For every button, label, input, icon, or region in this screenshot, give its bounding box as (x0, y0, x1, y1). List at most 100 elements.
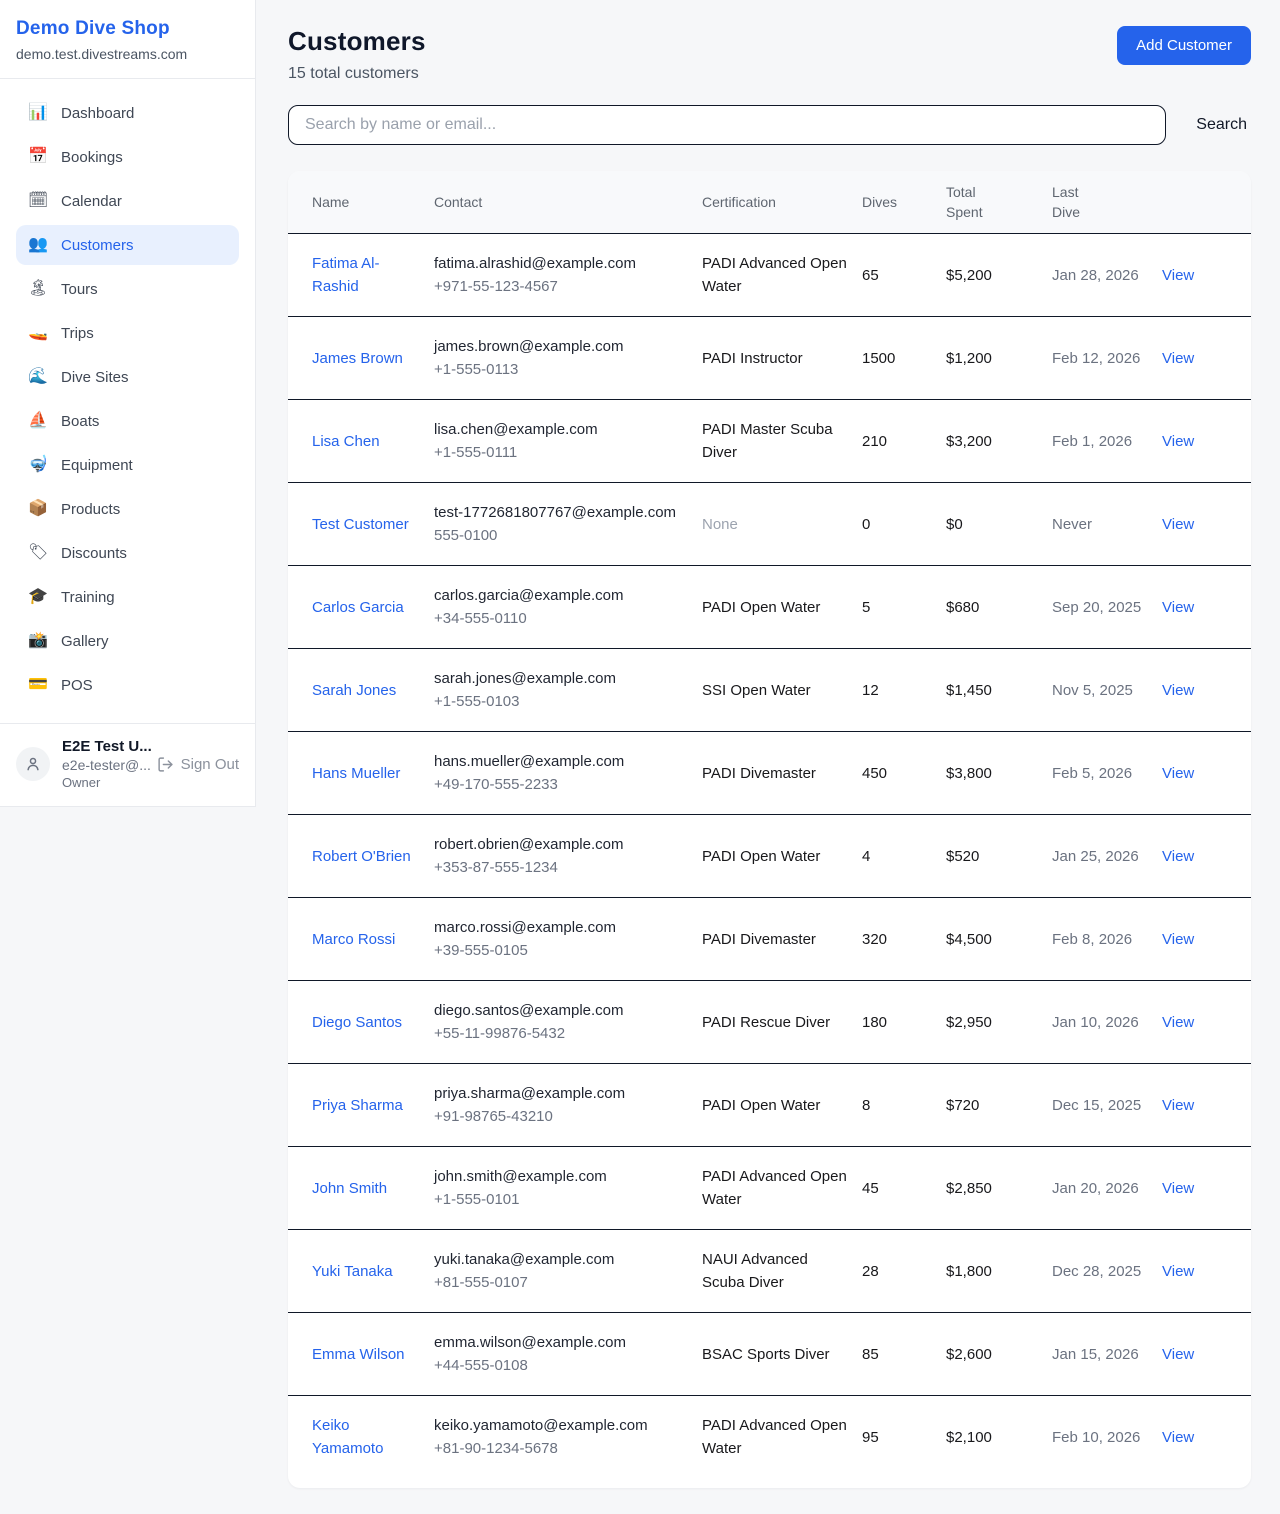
sidebar-item-equipment[interactable]: 🤿Equipment (16, 445, 239, 485)
view-link[interactable]: View (1162, 1014, 1194, 1031)
total-spent-cell: $2,850 (946, 1147, 1052, 1230)
last-dive-cell: Never (1052, 483, 1162, 566)
customer-name-link[interactable]: James Brown (288, 317, 434, 400)
customer-name-link[interactable]: John Smith (288, 1147, 434, 1230)
contact-cell: james.brown@example.com+1-555-0113 (434, 317, 702, 400)
user-name: E2E Test U... (62, 738, 145, 755)
column-header-name: Name (288, 171, 434, 234)
total-spent-cell: $2,600 (946, 1313, 1052, 1396)
sidebar-item-trips[interactable]: 🚤Trips (16, 313, 239, 353)
sidebar-item-calendar[interactable]: 🗓Calendar (16, 181, 239, 221)
shop-domain: demo.test.divestreams.com (16, 46, 239, 62)
customer-name-link[interactable]: Test Customer (288, 483, 434, 566)
table-row: Diego Santosdiego.santos@example.com+55-… (288, 981, 1251, 1064)
search-button[interactable]: Search (1192, 110, 1251, 140)
customer-name-link[interactable]: Keiko Yamamoto (288, 1396, 434, 1479)
customer-phone: +44-555-0108 (434, 1354, 692, 1377)
view-link[interactable]: View (1162, 350, 1194, 367)
search-input[interactable] (288, 105, 1166, 145)
view-link[interactable]: View (1162, 1180, 1194, 1197)
sidebar-item-products[interactable]: 📦Products (16, 489, 239, 529)
actions-cell: View (1162, 1147, 1251, 1230)
customer-name-link[interactable]: Carlos Garcia (288, 566, 434, 649)
bar-chart-icon: 📊 (28, 105, 48, 121)
customer-email: james.brown@example.com (434, 335, 692, 358)
view-link[interactable]: View (1162, 1429, 1194, 1446)
actions-cell: View (1162, 815, 1251, 898)
customer-email: fatima.alrashid@example.com (434, 252, 692, 275)
customer-name-link[interactable]: Sarah Jones (288, 649, 434, 732)
sidebar-item-label: Discounts (61, 545, 127, 562)
total-spent-cell: $520 (946, 815, 1052, 898)
sign-out-button[interactable]: Sign Out (157, 756, 239, 773)
dives-cell: 0 (862, 483, 946, 566)
customer-name-link[interactable]: Lisa Chen (288, 400, 434, 483)
certification-cell: NAUI Advanced Scuba Diver (702, 1230, 862, 1313)
customers-table: NameContactCertificationDivesTotal Spent… (288, 171, 1251, 1478)
customer-name-link[interactable]: Yuki Tanaka (288, 1230, 434, 1313)
view-link[interactable]: View (1162, 1346, 1194, 1363)
customer-name-link[interactable]: Priya Sharma (288, 1064, 434, 1147)
user-info: E2E Test U... e2e-tester@... Owner (62, 738, 145, 790)
view-link[interactable]: View (1162, 848, 1194, 865)
sidebar-item-dive-sites[interactable]: 🌊Dive Sites (16, 357, 239, 397)
view-link[interactable]: View (1162, 1263, 1194, 1280)
dives-cell: 12 (862, 649, 946, 732)
sidebar-item-tours[interactable]: 🏝Tours (16, 269, 239, 309)
column-header-certification: Certification (702, 171, 862, 234)
customer-name-link[interactable]: Diego Santos (288, 981, 434, 1064)
last-dive-cell: Feb 5, 2026 (1052, 732, 1162, 815)
view-link[interactable]: View (1162, 433, 1194, 450)
view-link[interactable]: View (1162, 599, 1194, 616)
customer-email: yuki.tanaka@example.com (434, 1248, 692, 1271)
customer-name-link[interactable]: Emma Wilson (288, 1313, 434, 1396)
camera-icon: 📸 (28, 633, 48, 649)
dives-cell: 28 (862, 1230, 946, 1313)
certification-cell: PADI Open Water (702, 566, 862, 649)
actions-cell: View (1162, 1064, 1251, 1147)
actions-cell: View (1162, 649, 1251, 732)
view-link[interactable]: View (1162, 1097, 1194, 1114)
shop-title: Demo Dive Shop (16, 18, 239, 40)
customer-name-link[interactable]: Marco Rossi (288, 898, 434, 981)
dives-cell: 45 (862, 1147, 946, 1230)
sidebar-item-discounts[interactable]: 🏷Discounts (16, 533, 239, 573)
view-link[interactable]: View (1162, 931, 1194, 948)
sidebar-item-bookings[interactable]: 📅Bookings (16, 137, 239, 177)
last-dive-cell: Jan 10, 2026 (1052, 981, 1162, 1064)
sidebar-item-dashboard[interactable]: 📊Dashboard (16, 93, 239, 133)
view-link[interactable]: View (1162, 516, 1194, 533)
sidebar-item-pos[interactable]: 💳POS (16, 665, 239, 705)
contact-cell: sarah.jones@example.com+1-555-0103 (434, 649, 702, 732)
last-dive-cell: Feb 8, 2026 (1052, 898, 1162, 981)
table-row: Lisa Chenlisa.chen@example.com+1-555-011… (288, 400, 1251, 483)
add-customer-button[interactable]: Add Customer (1117, 26, 1251, 65)
actions-cell: View (1162, 400, 1251, 483)
last-dive-cell: Feb 10, 2026 (1052, 1396, 1162, 1479)
view-link[interactable]: View (1162, 765, 1194, 782)
sidebar-item-boats[interactable]: ⛵Boats (16, 401, 239, 441)
contact-cell: yuki.tanaka@example.com+81-555-0107 (434, 1230, 702, 1313)
customer-name-link[interactable]: Hans Mueller (288, 732, 434, 815)
sidebar-item-training[interactable]: 🎓Training (16, 577, 239, 617)
calendar-pad-icon: 🗓 (28, 193, 48, 209)
sidebar-item-label: Customers (61, 237, 134, 254)
customer-email: robert.obrien@example.com (434, 833, 692, 856)
sidebar-item-gallery[interactable]: 📸Gallery (16, 621, 239, 661)
certification-cell: SSI Open Water (702, 649, 862, 732)
view-link[interactable]: View (1162, 682, 1194, 699)
sidebar-item-label: Dive Sites (61, 369, 129, 386)
customer-phone: +1-555-0113 (434, 358, 692, 381)
column-header-label: Last Dive (1052, 182, 1102, 222)
customer-name-link[interactable]: Robert O'Brien (288, 815, 434, 898)
total-spent-cell: $1,450 (946, 649, 1052, 732)
view-link[interactable]: View (1162, 267, 1194, 284)
column-header-dives: Dives (862, 171, 946, 234)
sidebar-item-customers[interactable]: 👥Customers (16, 225, 239, 265)
column-header-last-dive: Last Dive (1052, 171, 1162, 234)
actions-cell: View (1162, 1313, 1251, 1396)
total-spent-cell: $3,800 (946, 732, 1052, 815)
column-header-contact: Contact (434, 171, 702, 234)
customer-name-link[interactable]: Fatima Al-Rashid (288, 234, 434, 317)
table-header: NameContactCertificationDivesTotal Spent… (288, 171, 1251, 234)
